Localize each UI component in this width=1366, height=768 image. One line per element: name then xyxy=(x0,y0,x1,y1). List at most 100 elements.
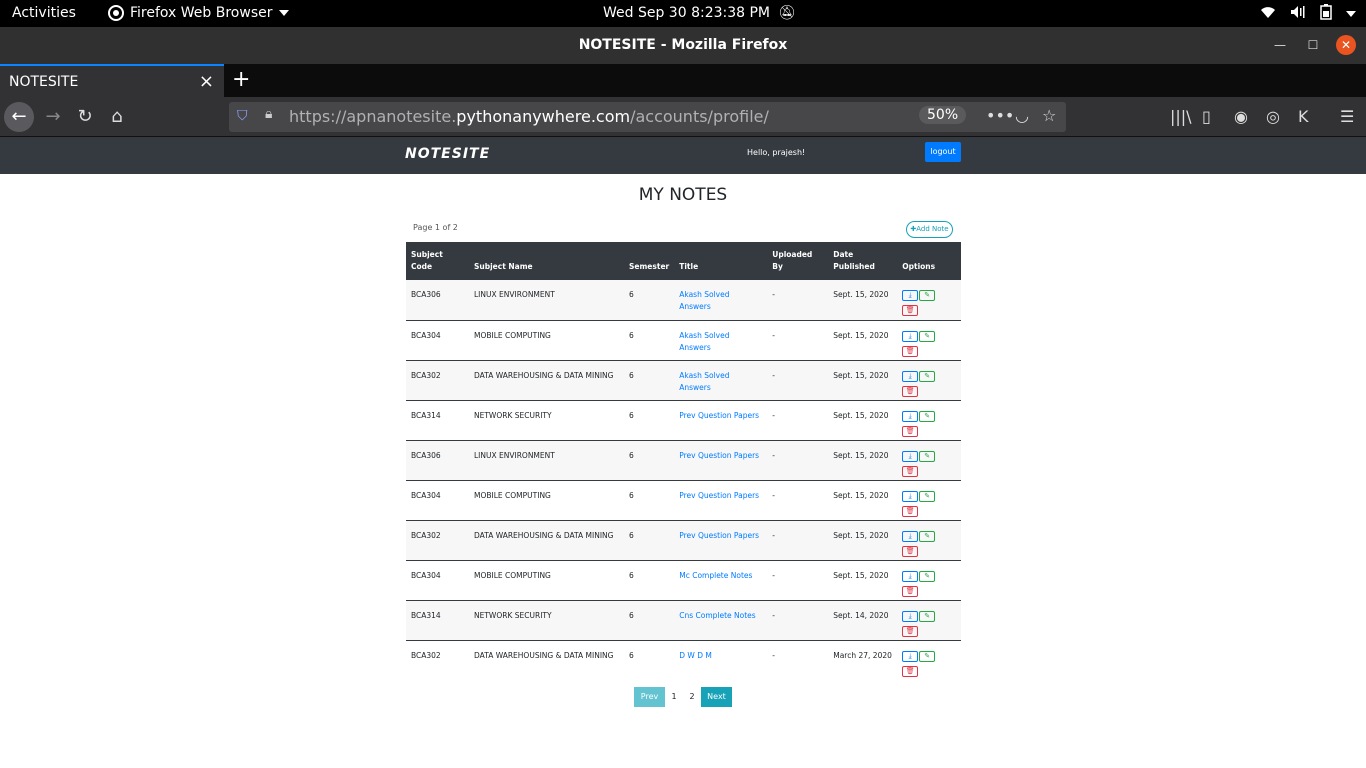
library-icon[interactable]: |||\ xyxy=(1170,107,1192,126)
note-title-link[interactable]: Prev Question Papers xyxy=(679,411,759,420)
app-menu[interactable]: Firefox Web Browser xyxy=(108,5,289,21)
cell-options: ⤓ ✎ 🗑︎ xyxy=(897,439,961,480)
table-row: BCA304 MOBILE COMPUTING 6 Akash Solved Answ… xyxy=(406,319,961,360)
edit-icon[interactable]: ✎ xyxy=(919,330,936,342)
download-icon[interactable]: ⤓ xyxy=(902,570,919,582)
cell-subject-name: MOBILE COMPUTING xyxy=(469,559,624,600)
new-tab-button[interactable]: + xyxy=(232,67,250,92)
cell-subject-name-text: LINUX ENVIRONMENT xyxy=(474,450,555,460)
clock[interactable]: Wed Sep 30 8:23:38 PM 🔕︎ xyxy=(603,5,796,21)
cell-subject-code: BCA306 xyxy=(406,439,469,480)
edit-icon[interactable]: ✎ xyxy=(919,410,936,422)
add-note-label: Add Note xyxy=(916,225,949,233)
cell-uploaded-by: - xyxy=(767,559,829,600)
hamburger-menu-icon[interactable]: ☰ xyxy=(1340,107,1354,126)
lock-icon[interactable]: 🔒︎ xyxy=(265,106,272,122)
download-icon[interactable]: ⤓ xyxy=(902,290,919,301)
wifi-icon xyxy=(1260,5,1276,23)
delete-icon[interactable]: 🗑︎ xyxy=(902,465,919,477)
cell-options: ⤓ ✎ 🗑︎ xyxy=(897,359,961,400)
bookmark-star-icon[interactable]: ☆ xyxy=(1042,106,1056,125)
edit-icon[interactable]: ✎ xyxy=(919,370,936,382)
cell-date-published-text: Sept. 15, 2020 xyxy=(833,530,889,540)
cell-options: ⤓ ✎ 🗑︎ xyxy=(897,559,961,600)
cell-subject-name: NETWORK SECURITY xyxy=(469,599,624,640)
site-brand[interactable]: NOTESITE xyxy=(405,146,490,162)
forward-button[interactable]: → xyxy=(38,102,68,132)
system-tray[interactable] xyxy=(1260,4,1356,24)
close-tab-icon[interactable]: × xyxy=(199,71,214,92)
note-title-link[interactable]: Prev Question Papers xyxy=(679,491,759,500)
cell-subject-code-text: BCA302 xyxy=(411,530,441,540)
back-button[interactable]: ← xyxy=(4,102,34,132)
table-row: BCA314 NETWORK SECURITY 6 Prev Question Pap… xyxy=(406,399,961,440)
delete-icon[interactable]: 🗑︎ xyxy=(902,305,919,316)
delete-icon[interactable]: 🗑︎ xyxy=(902,345,919,357)
delete-icon[interactable]: 🗑︎ xyxy=(902,545,919,557)
page-actions-icon[interactable]: ••• xyxy=(986,106,1014,125)
delete-icon[interactable]: 🗑︎ xyxy=(902,585,919,597)
home-button[interactable]: ⌂ xyxy=(102,102,132,132)
url-text[interactable]: https://apnanotesite.pythonanywhere.com/… xyxy=(289,107,769,126)
zoom-level-button[interactable]: 50% xyxy=(919,106,967,124)
note-title-link[interactable]: Akash Solved Answers xyxy=(679,331,729,352)
tracking-protection-shield-icon[interactable]: ⛉ xyxy=(237,108,248,124)
edit-icon[interactable]: ✎ xyxy=(919,610,936,622)
download-icon[interactable]: ⤓ xyxy=(902,410,919,422)
delete-icon[interactable]: 🗑︎ xyxy=(902,665,919,677)
cell-semester-text: 6 xyxy=(629,490,634,500)
prev-page-button[interactable]: Prev xyxy=(634,687,665,707)
col-title: Title xyxy=(674,242,768,280)
cell-subject-code: BCA314 xyxy=(406,599,469,640)
page-1-link[interactable]: 1 xyxy=(665,687,683,707)
add-note-button[interactable]: ✚Add Note xyxy=(906,221,953,238)
download-icon[interactable]: ⤓ xyxy=(902,530,919,542)
download-icon[interactable]: ⤓ xyxy=(902,450,919,462)
edit-icon[interactable]: ✎ xyxy=(919,530,936,542)
next-page-button[interactable]: Next xyxy=(701,687,732,707)
logout-button[interactable]: logout xyxy=(925,142,961,162)
tab-notesite[interactable]: NOTESITE × xyxy=(0,64,224,97)
delete-icon[interactable]: 🗑︎ xyxy=(902,625,919,637)
address-bar[interactable]: ⛉ 🔒︎ https://apnanotesite.pythonanywhere… xyxy=(229,102,1066,132)
edit-icon[interactable]: ✎ xyxy=(919,490,936,502)
delete-icon[interactable]: 🗑︎ xyxy=(902,425,919,437)
col-subject-code: Subject Code xyxy=(406,242,469,280)
edit-icon[interactable]: ✎ xyxy=(919,570,936,582)
note-title-link[interactable]: Prev Question Papers xyxy=(679,531,759,540)
cell-semester: 6 xyxy=(624,559,675,600)
edit-icon[interactable]: ✎ xyxy=(919,450,936,462)
window-title-bar: NOTESITE - Mozilla Firefox — ☐ ✕ xyxy=(0,27,1366,64)
note-title-link[interactable]: Prev Question Papers xyxy=(679,451,759,460)
cell-subject-name: DATA WAREHOUSING & DATA MINING xyxy=(469,639,624,680)
note-title-link[interactable]: Akash Solved Answers xyxy=(679,371,729,392)
extension-icon[interactable]: ◎ xyxy=(1266,107,1280,126)
note-title-link[interactable]: Mc Complete Notes xyxy=(679,571,752,580)
close-window-button[interactable]: ✕ xyxy=(1336,35,1356,55)
activities-button[interactable]: Activities xyxy=(12,5,76,21)
extension-k-icon[interactable]: K xyxy=(1298,107,1309,126)
cell-subject-code-text: BCA306 xyxy=(411,450,441,460)
edit-icon[interactable]: ✎ xyxy=(919,650,936,662)
reload-button[interactable]: ↻ xyxy=(70,102,100,132)
note-title-link[interactable]: Cns Complete Notes xyxy=(679,611,755,620)
page-2-link[interactable]: 2 xyxy=(683,687,701,707)
download-icon[interactable]: ⤓ xyxy=(902,490,919,502)
note-title-link[interactable]: Akash Solved Answers xyxy=(679,290,729,311)
edit-icon[interactable]: ✎ xyxy=(919,290,936,301)
pocket-icon[interactable]: ◡ xyxy=(1015,106,1029,125)
note-title-link[interactable]: D W D M xyxy=(679,651,712,660)
minimize-button[interactable]: — xyxy=(1270,35,1290,55)
download-icon[interactable]: ⤓ xyxy=(902,330,919,342)
cell-semester: 6 xyxy=(624,399,675,440)
cell-subject-name: LINUX ENVIRONMENT xyxy=(469,439,624,480)
maximize-button[interactable]: ☐ xyxy=(1303,35,1323,55)
account-icon[interactable]: ◉ xyxy=(1234,107,1248,126)
site-navbar: NOTESITE Hello, prajesh! logout xyxy=(0,137,1366,174)
download-icon[interactable]: ⤓ xyxy=(902,370,919,382)
sidebar-icon[interactable]: ▯ xyxy=(1202,107,1211,126)
download-icon[interactable]: ⤓ xyxy=(902,610,919,622)
download-icon[interactable]: ⤓ xyxy=(902,650,919,662)
delete-icon[interactable]: 🗑︎ xyxy=(902,505,919,517)
delete-icon[interactable]: 🗑︎ xyxy=(902,385,919,397)
